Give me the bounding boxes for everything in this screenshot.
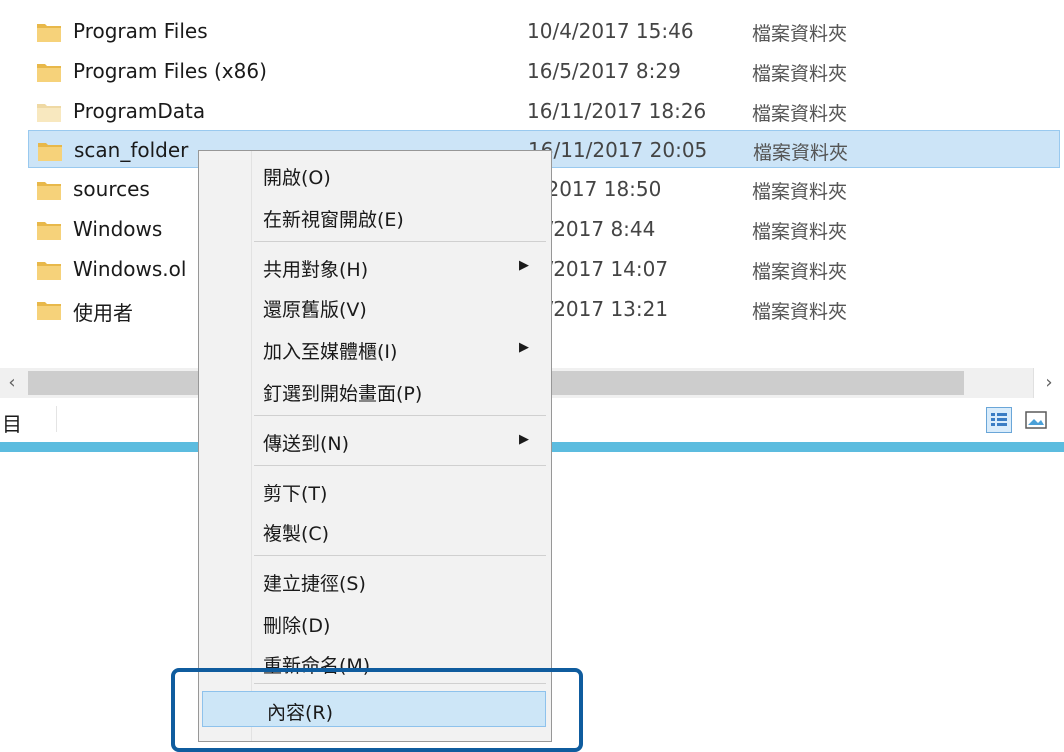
submenu-arrow-icon: ▶ [519, 340, 529, 355]
submenu-arrow-icon: ▶ [519, 432, 529, 447]
folder-icon [37, 262, 61, 280]
scroll-left-icon[interactable]: ‹ [2, 371, 22, 395]
file-row-program-files[interactable]: Program Files 10/4/2017 15:46 檔案資料夾 [0, 12, 1064, 50]
file-name: Windows.ol [73, 257, 187, 281]
submenu-arrow-icon: ▶ [519, 258, 529, 273]
menu-separator [254, 241, 546, 242]
file-name: Program Files (x86) [73, 59, 267, 83]
menu-item-label: 傳送到(N) [263, 433, 350, 455]
menu-item-label: 在新視窗開啟(E) [263, 209, 404, 231]
file-date: 16/11/2017 18:26 [527, 99, 707, 123]
menu-item-label: 加入至媒體櫃(I) [263, 341, 398, 363]
menu-item-restore-versions[interactable]: 還原舊版(V) [199, 289, 551, 325]
menu-item-delete[interactable]: 刪除(D) [199, 605, 551, 641]
menu-item-include-in-library[interactable]: 加入至媒體櫃(I) ▶ [199, 331, 551, 367]
file-type: 檔案資料夾 [752, 221, 848, 243]
file-row-program-files-x86[interactable]: Program Files (x86) 16/5/2017 8:29 檔案資料夾 [0, 52, 1064, 90]
file-type: 檔案資料夾 [752, 23, 848, 45]
folder-icon [37, 64, 61, 82]
menu-item-label: 還原舊版(V) [263, 299, 367, 321]
file-name: Windows [73, 217, 163, 241]
file-type: 檔案資料夾 [752, 301, 848, 323]
menu-item-label: 開啟(O) [263, 167, 331, 189]
file-date: 10/4/2017 15:46 [527, 19, 694, 43]
folder-icon [38, 143, 62, 161]
folder-icon [37, 182, 61, 200]
menu-item-open[interactable]: 開啟(O) [199, 157, 551, 193]
menu-item-cut[interactable]: 剪下(T) [199, 473, 551, 509]
file-name: ProgramData [73, 99, 206, 123]
item-count-label: 目 [2, 412, 22, 436]
folder-icon [37, 24, 61, 42]
menu-separator [254, 415, 546, 416]
menu-item-label: 釘選到開始畫面(P) [263, 383, 423, 405]
menu-separator [254, 555, 546, 556]
file-type: 檔案資料夾 [752, 63, 848, 85]
scroll-right-icon[interactable]: › [1033, 368, 1064, 398]
file-row-programdata[interactable]: ProgramData 16/11/2017 18:26 檔案資料夾 [0, 92, 1064, 130]
menu-separator [254, 465, 546, 466]
properties-callout-highlight [171, 668, 583, 752]
file-date: 16/11/2017 20:05 [528, 138, 708, 162]
folder-icon [37, 104, 61, 122]
menu-item-send-to[interactable]: 傳送到(N) ▶ [199, 423, 551, 459]
menu-item-label: 共用對象(H) [263, 259, 369, 281]
menu-item-create-shortcut[interactable]: 建立捷徑(S) [199, 563, 551, 599]
menu-item-label: 刪除(D) [263, 615, 331, 637]
folder-icon [37, 302, 61, 320]
details-view-icon [991, 413, 1007, 426]
menu-item-share-with[interactable]: 共用對象(H) ▶ [199, 249, 551, 285]
menu-item-label: 剪下(T) [263, 483, 328, 505]
details-view-button[interactable] [986, 407, 1012, 433]
menu-item-label: 建立捷徑(S) [263, 573, 366, 595]
file-name: scan_folder [74, 138, 189, 162]
file-type: 檔案資料夾 [753, 142, 849, 164]
file-name: 使用者 [73, 301, 133, 325]
file-date: 16/5/2017 8:29 [527, 59, 681, 83]
menu-item-pin-to-start[interactable]: 釘選到開始畫面(P) [199, 373, 551, 409]
file-type: 檔案資料夾 [752, 103, 848, 125]
folder-icon [37, 222, 61, 240]
file-type: 檔案資料夾 [752, 181, 848, 203]
menu-item-open-new-window[interactable]: 在新視窗開啟(E) [199, 199, 551, 235]
file-name: sources [73, 177, 150, 201]
context-menu: 開啟(O) 在新視窗開啟(E) 共用對象(H) ▶ 還原舊版(V) 加入至媒體櫃… [198, 150, 552, 742]
file-type: 檔案資料夾 [752, 261, 848, 283]
large-icons-view-icon[interactable] [1024, 409, 1048, 431]
menu-item-label: 複製(C) [263, 523, 330, 545]
status-divider [56, 406, 57, 432]
menu-item-copy[interactable]: 複製(C) [199, 513, 551, 549]
file-name: Program Files [73, 19, 208, 43]
